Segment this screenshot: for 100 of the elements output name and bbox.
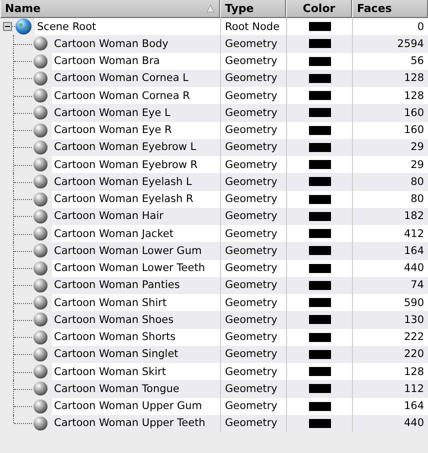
- table-cell: Geometry: [220, 346, 286, 363]
- sphere-icon: [33, 36, 48, 52]
- table-cell: 440: [352, 414, 428, 432]
- table-cell: 220: [352, 346, 428, 363]
- table-cell: 160: [352, 122, 428, 139]
- sphere-icon: [33, 398, 48, 414]
- table-cell: 590: [352, 294, 428, 312]
- tree-item-label[interactable]: Cartoon Woman Shirt: [52, 294, 220, 312]
- table-cell: 56: [352, 52, 428, 70]
- column-header[interactable]: Type: [220, 0, 286, 18]
- column-header[interactable]: Faces: [352, 0, 428, 18]
- tree-item-label[interactable]: Cartoon Woman Skirt: [52, 363, 220, 380]
- tree-item-label[interactable]: Cartoon Woman Eyebrow L: [52, 138, 220, 156]
- table-cell: 222: [352, 328, 428, 346]
- sphere-icon: [33, 192, 48, 206]
- table-cell: 0: [352, 18, 428, 36]
- table-cell: Geometry: [220, 225, 286, 242]
- table-cell: 182: [352, 208, 428, 225]
- sort-arrow-icon: [206, 4, 215, 13]
- table-cell: 80: [352, 190, 428, 208]
- tree-item-label[interactable]: Cartoon Woman Tongue: [52, 380, 220, 398]
- tree-item-label[interactable]: Cartoon Woman Eyelash R: [52, 190, 220, 208]
- tree-item-label[interactable]: Cartoon Woman Shorts: [52, 328, 220, 346]
- tree-item-label[interactable]: Cartoon Woman Lower Teeth: [52, 260, 220, 277]
- sphere-icon: [33, 416, 48, 431]
- table-cell: Geometry: [220, 208, 286, 225]
- table-cell: Geometry: [220, 380, 286, 398]
- table-cell: Geometry: [220, 294, 286, 312]
- table-cell: Geometry: [220, 87, 286, 104]
- sphere-icon: [33, 54, 48, 68]
- table-cell: Geometry: [220, 363, 286, 380]
- sphere-icon: [33, 88, 48, 103]
- tree-item-label[interactable]: Scene Root: [35, 18, 220, 36]
- tree-item-label[interactable]: Cartoon Woman Eyebrow R: [52, 156, 220, 174]
- table-cell: Geometry: [220, 70, 286, 87]
- table-cell: 29: [352, 156, 428, 174]
- table-cell: Geometry: [220, 260, 286, 277]
- table-cell: Geometry: [220, 52, 286, 70]
- sphere-icon: [33, 278, 48, 293]
- table-cell: Geometry: [220, 242, 286, 260]
- table-cell: Geometry: [220, 122, 286, 139]
- sphere-icon: [33, 226, 48, 241]
- column-header[interactable]: Color: [286, 0, 352, 18]
- table-cell: 80: [352, 173, 428, 190]
- table-cell: 2594: [352, 35, 428, 52]
- sphere-icon: [33, 122, 48, 138]
- tree-item-label[interactable]: Cartoon Woman Cornea L: [52, 70, 220, 87]
- tree-item-label[interactable]: Cartoon Woman Eye R: [52, 122, 220, 139]
- table-cell: 412: [352, 225, 428, 242]
- table-cell: Geometry: [220, 156, 286, 174]
- table-cell: 440: [352, 260, 428, 277]
- sphere-icon: [33, 260, 48, 276]
- tree-item-label[interactable]: Cartoon Woman Singlet: [52, 346, 220, 363]
- tree-item-label[interactable]: Cartoon Woman Upper Teeth: [52, 414, 220, 432]
- table-cell: 29: [352, 138, 428, 156]
- tree-item-label[interactable]: Cartoon Woman Bra: [52, 52, 220, 70]
- sphere-icon: [33, 70, 48, 86]
- table-cell: Geometry: [220, 35, 286, 52]
- tree-item-label[interactable]: Cartoon Woman Panties: [52, 276, 220, 294]
- tree-item-label[interactable]: Cartoon Woman Upper Gum: [52, 398, 220, 415]
- sphere-icon: [33, 364, 48, 379]
- table-cell: Geometry: [220, 276, 286, 294]
- sphere-icon: [33, 243, 48, 258]
- table-cell: 164: [352, 398, 428, 415]
- table-cell: Geometry: [220, 398, 286, 415]
- sphere-icon: [33, 208, 48, 224]
- sphere-icon: [33, 312, 48, 328]
- collapse-icon[interactable]: [3, 22, 12, 32]
- table-cell: 130: [352, 311, 428, 328]
- tree-item-label[interactable]: Cartoon Woman Shoes: [52, 311, 220, 328]
- table-cell: 74: [352, 276, 428, 294]
- table-cell: Geometry: [220, 311, 286, 328]
- tree-item-label[interactable]: Cartoon Woman Eye L: [52, 104, 220, 122]
- table-cell: 128: [352, 70, 428, 87]
- tree-item-label[interactable]: Cartoon Woman Lower Gum: [52, 242, 220, 260]
- table-cell: 128: [352, 87, 428, 104]
- table-cell: 160: [352, 104, 428, 122]
- tree-item-label[interactable]: Cartoon Woman Cornea R: [52, 87, 220, 104]
- table-cell: Geometry: [220, 190, 286, 208]
- table-cell: 128: [352, 363, 428, 380]
- tree-item-label[interactable]: Cartoon Woman Hair: [52, 208, 220, 225]
- globe-icon: [15, 18, 32, 36]
- sphere-icon: [33, 105, 48, 120]
- table-cell: Geometry: [220, 138, 286, 156]
- table-cell: Root Node: [220, 18, 286, 36]
- sphere-icon: [33, 330, 48, 344]
- sphere-icon: [33, 157, 48, 172]
- table-cell: 112: [352, 380, 428, 398]
- table-cell: Geometry: [220, 173, 286, 190]
- tree-item-label[interactable]: Cartoon Woman Body: [52, 35, 220, 52]
- table-cell: 164: [352, 242, 428, 260]
- sphere-icon: [33, 381, 48, 396]
- tree-item-label[interactable]: Cartoon Woman Jacket: [52, 225, 220, 242]
- table-cell: Geometry: [220, 328, 286, 346]
- tree-item-label[interactable]: Cartoon Woman Eyelash L: [52, 173, 220, 190]
- table-cell: Geometry: [220, 414, 286, 432]
- sphere-icon: [33, 295, 48, 310]
- sphere-icon: [33, 140, 48, 155]
- column-header[interactable]: Name: [0, 0, 220, 18]
- sphere-icon: [33, 174, 48, 190]
